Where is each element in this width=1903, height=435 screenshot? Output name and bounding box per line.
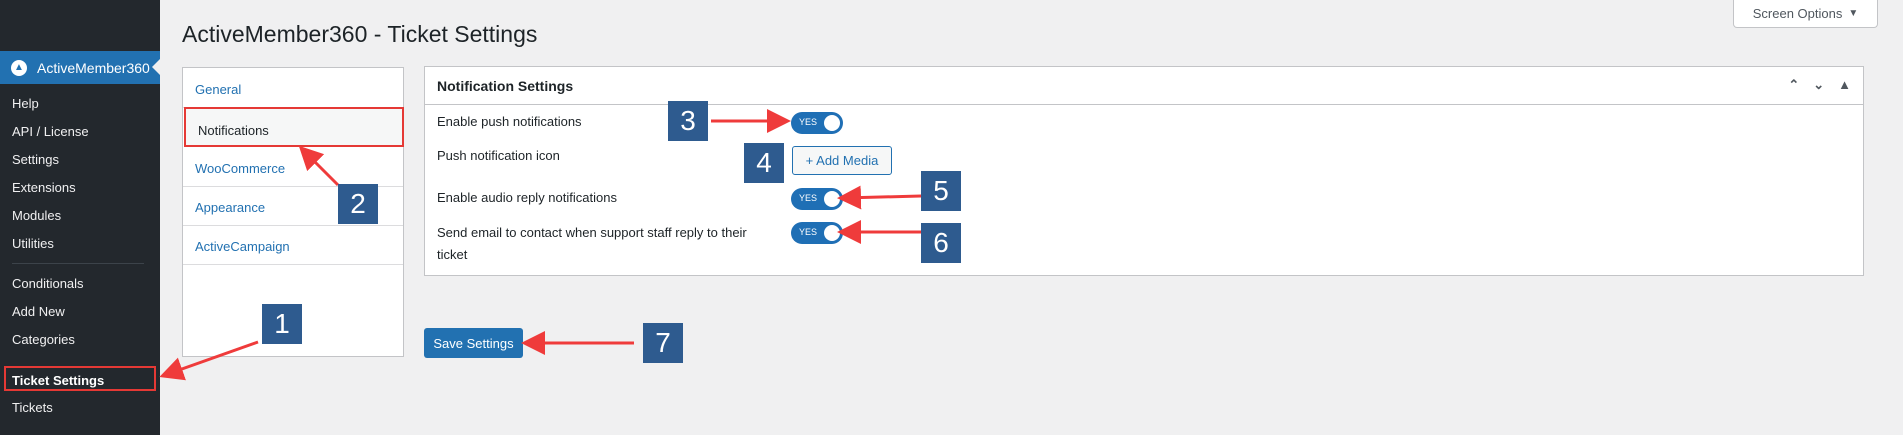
- callout-5: 5: [921, 171, 961, 211]
- sidebar-item-tickets[interactable]: Tickets: [12, 400, 53, 415]
- move-up-icon[interactable]: ⌃: [1788, 77, 1799, 93]
- callout-3: 3: [668, 101, 708, 141]
- activemember-logo-icon: ▲: [11, 59, 27, 76]
- sidebar-item-modules[interactable]: Modules: [12, 208, 61, 223]
- callout-1: 1: [262, 304, 302, 344]
- push-notifications-toggle[interactable]: YES: [791, 112, 843, 134]
- audio-notifications-label: Enable audio reply notifications: [437, 190, 617, 205]
- toggle-knob: [824, 191, 840, 207]
- sidebar-item-add-new[interactable]: Add New: [12, 304, 65, 319]
- email-on-reply-label: Send email to contact when support staff…: [437, 222, 747, 266]
- toggle-knob: [824, 225, 840, 241]
- sidebar-item-api-license[interactable]: API / License: [12, 124, 89, 139]
- sidebar-item-categories[interactable]: Categories: [12, 332, 75, 347]
- box-title: Notification Settings: [437, 78, 574, 94]
- admin-sidebar: ▲ ActiveMember360 Help API / License Set…: [0, 0, 160, 435]
- sidebar-brand-menu[interactable]: ▲ ActiveMember360: [0, 51, 160, 84]
- sidebar-item-utilities[interactable]: Utilities: [12, 236, 54, 251]
- sidebar-separator: [12, 263, 144, 264]
- collapse-icon[interactable]: ▲: [1838, 77, 1851, 93]
- email-on-reply-label-line2: ticket: [437, 247, 468, 262]
- callout-7: 7: [643, 323, 683, 363]
- tab-general[interactable]: General: [183, 68, 403, 108]
- email-on-reply-label-line1: Send email to contact when support staff…: [437, 225, 747, 240]
- sidebar-item-ticket-settings[interactable]: Ticket Settings: [4, 366, 156, 391]
- sidebar-item-settings[interactable]: Settings: [12, 152, 59, 167]
- push-icon-label: Push notification icon: [437, 148, 560, 163]
- sidebar-brand-label: ActiveMember360: [37, 59, 150, 76]
- toggle-text: YES: [799, 227, 818, 237]
- caret-down-icon: ▼: [1848, 8, 1859, 19]
- callout-2: 2: [338, 184, 378, 224]
- add-media-button[interactable]: + Add Media: [792, 146, 892, 175]
- toggle-text: YES: [799, 117, 818, 127]
- tab-woocommerce[interactable]: WooCommerce: [183, 147, 403, 187]
- tab-activecampaign[interactable]: ActiveCampaign: [183, 225, 403, 265]
- screen-options-button[interactable]: Screen Options ▼: [1733, 0, 1878, 28]
- move-down-icon[interactable]: ⌄: [1813, 77, 1824, 93]
- sidebar-item-conditionals[interactable]: Conditionals: [12, 276, 84, 291]
- current-menu-arrow: [152, 59, 160, 75]
- toggle-text: YES: [799, 193, 818, 203]
- notification-settings-box: Notification Settings ⌃ ⌄ ▲ Enable push …: [424, 66, 1864, 276]
- toggle-knob: [824, 115, 840, 131]
- audio-notifications-toggle[interactable]: YES: [791, 188, 843, 210]
- callout-6: 6: [921, 223, 961, 263]
- callout-4: 4: [744, 143, 784, 183]
- email-on-reply-toggle[interactable]: YES: [791, 222, 843, 244]
- page-title: ActiveMember360 - Ticket Settings: [182, 21, 538, 47]
- push-notifications-label: Enable push notifications: [437, 114, 582, 129]
- box-header: Notification Settings ⌃ ⌄ ▲: [425, 67, 1863, 105]
- save-settings-button[interactable]: Save Settings: [424, 328, 523, 358]
- sidebar-item-extensions[interactable]: Extensions: [12, 180, 76, 195]
- tab-notifications[interactable]: Notifications: [184, 107, 404, 147]
- sidebar-item-help[interactable]: Help: [12, 96, 39, 111]
- screen-options-label: Screen Options: [1752, 6, 1843, 21]
- box-controls: ⌃ ⌄ ▲: [1788, 77, 1851, 93]
